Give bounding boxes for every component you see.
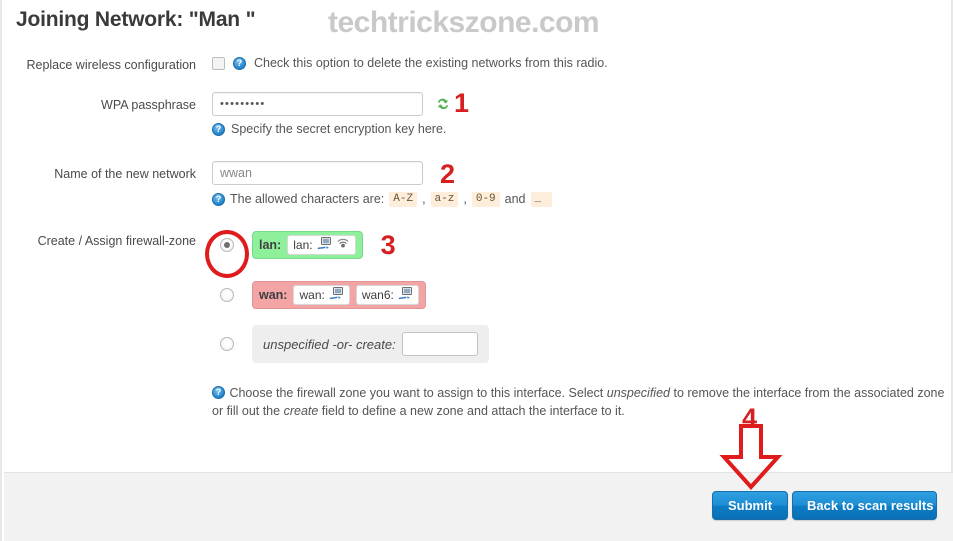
reveal-password-icon[interactable] (436, 97, 450, 116)
info-icon (212, 123, 225, 136)
firewall-help-emphasis-create: create (283, 404, 319, 418)
allowed-chars-uppercase: A-Z (389, 192, 418, 207)
annotation-number-1: 1 (454, 88, 470, 118)
firewall-help-part-4: field to define a new zone and attach th… (318, 404, 625, 418)
interface-label: wan: (299, 288, 325, 302)
replace-config-checkbox[interactable] (212, 57, 225, 70)
page-root: Joining Network: "Man " techtrickszone.c… (0, 0, 953, 541)
page-title: Joining Network: "Man " (16, 8, 256, 31)
firewall-zone-radio-wan[interactable] (220, 288, 234, 302)
ethernet-icon (317, 237, 332, 253)
page-header: Joining Network: "Man " techtrickszone.c… (16, 6, 936, 46)
zone-name-lan: lan: (259, 238, 282, 252)
help-conjunction: and (504, 192, 526, 206)
create-zone-input[interactable] (401, 332, 478, 356)
row-wpa-passphrase: WPA passphrase Specify the secret encryp… (2, 88, 953, 142)
firewall-help-emphasis-unspecified: unspecified (606, 386, 670, 400)
firewall-zone-label: Create / Assign firewall-zone (37, 234, 196, 248)
replace-config-help: Check this option to delete the existing… (254, 56, 608, 70)
annotation-highlight-circle (205, 230, 249, 278)
firewall-help-part-2: to remove the interface from the associa… (670, 386, 914, 400)
comma-separator-2: , (463, 192, 467, 206)
annotation-number-2: 2 (440, 159, 456, 189)
firewall-zone-help: Choose the firewall zone you want to ass… (212, 384, 952, 420)
network-name-input[interactable] (212, 161, 423, 185)
interface-label: wan6: (361, 288, 394, 302)
wireless-icon (336, 237, 350, 253)
wpa-passphrase-input[interactable] (212, 92, 423, 116)
info-icon (212, 386, 225, 399)
firewall-zone-option-wan[interactable]: wan: wan: wan6: (220, 281, 426, 309)
wpa-passphrase-label: WPA passphrase (101, 98, 196, 112)
network-name-help-prefix: The allowed characters are: (230, 192, 385, 206)
info-icon (233, 57, 246, 70)
row-network-name: Name of the new network The allowed char… (2, 161, 953, 211)
back-to-scan-results-button[interactable]: Back to scan results (792, 491, 937, 520)
wpa-passphrase-help: Specify the secret encryption key here. (231, 122, 447, 136)
allowed-chars-digits: 0-9 (471, 192, 500, 207)
zone-badge-wan: wan: wan: wan6: (252, 281, 426, 309)
footer-bar: Submit Back to scan results (4, 472, 953, 541)
unspecified-label: unspecified -or- create: (263, 336, 396, 352)
annotation-arrow-down (719, 424, 783, 490)
allowed-chars-lowercase: a-z (430, 192, 459, 207)
zone-badge-unspecified: unspecified -or- create: (252, 325, 489, 363)
interface-chip-lan: lan: (287, 235, 356, 255)
interface-chip-wan6: wan6: (355, 285, 419, 305)
replace-config-label: Replace wireless configuration (26, 58, 196, 72)
zone-badge-lan: lan: lan: (252, 231, 363, 259)
firewall-zone-option-unspecified[interactable]: unspecified -or- create: (220, 325, 489, 363)
zone-name-wan: wan: (259, 288, 288, 302)
site-watermark: techtrickszone.com (328, 6, 600, 39)
firewall-help-part-1: Choose the firewall zone you want to ass… (229, 386, 607, 400)
interface-chip-wan: wan: (293, 285, 350, 305)
ethernet-icon (398, 287, 413, 303)
ethernet-icon (329, 287, 344, 303)
network-name-label: Name of the new network (54, 167, 196, 181)
submit-button[interactable]: Submit (712, 491, 788, 520)
info-icon (212, 193, 225, 206)
firewall-help-text: Choose the firewall zone you want to ass… (212, 386, 944, 418)
allowed-chars-underscore: _ (530, 192, 552, 207)
row-replace-wireless-configuration: Replace wireless configuration Check thi… (2, 55, 953, 83)
row-firewall-zone: Create / Assign firewall-zone lan: lan: (2, 229, 953, 424)
annotation-number-3: 3 (380, 229, 396, 260)
interface-label: lan: (293, 238, 313, 252)
comma-separator-1: , (422, 192, 426, 206)
firewall-zone-radio-unspecified[interactable] (220, 337, 234, 351)
